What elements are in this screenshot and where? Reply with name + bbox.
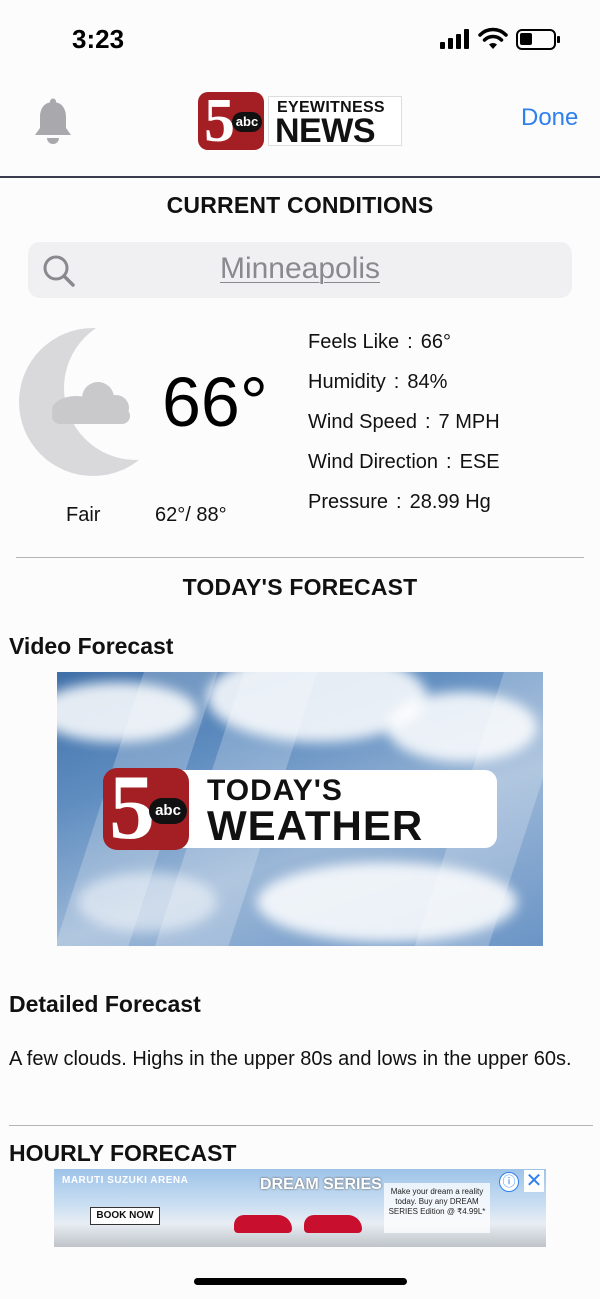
detail-label: Feels Like bbox=[308, 331, 400, 353]
section-divider bbox=[16, 557, 584, 558]
ad-offer-text: Make your dream a reality today. Buy any… bbox=[384, 1183, 490, 1233]
wifi-icon bbox=[478, 27, 508, 49]
logo-network: abc bbox=[232, 112, 262, 132]
ad-book-now-button[interactable]: BOOK NOW bbox=[90, 1207, 160, 1225]
moon-cloud-icon bbox=[19, 328, 158, 476]
battery-icon bbox=[516, 29, 560, 50]
status-time: 3:23 bbox=[72, 24, 125, 54]
video-forecast-thumbnail[interactable]: 5 abc TODAY'S WEATHER bbox=[57, 672, 543, 946]
current-temperature: 66° bbox=[162, 363, 268, 441]
detail-wind-speed: Wind Speed:7 MPH bbox=[308, 411, 500, 433]
detail-value: 7 MPH bbox=[438, 411, 500, 433]
detail-label: Pressure bbox=[308, 491, 389, 513]
detail-value: 28.99 Hg bbox=[409, 491, 491, 513]
nav-bar: 5 abc EYEWITNESS NEWS Done bbox=[0, 82, 600, 178]
ad-headline: DREAM SERIES bbox=[260, 1176, 382, 1193]
current-conditions-title: CURRENT CONDITIONS bbox=[166, 192, 434, 218]
done-button[interactable]: Done bbox=[521, 104, 578, 132]
detail-pressure: Pressure:28.99 Hg bbox=[308, 491, 491, 513]
detail-value: 84% bbox=[407, 371, 448, 393]
car-image bbox=[234, 1215, 292, 1233]
search-input[interactable]: Minneapolis bbox=[28, 242, 572, 298]
status-bar: 3:23 bbox=[0, 0, 600, 80]
detail-value: ESE bbox=[459, 451, 500, 473]
logo-wordmark: EYEWITNESS NEWS bbox=[268, 96, 402, 150]
search-value: Minneapolis bbox=[219, 252, 381, 285]
ad-banner[interactable]: MARUTI SUZUKI ARENA BOOK NOW DREAM SERIE… bbox=[54, 1169, 546, 1247]
detail-value: 66° bbox=[420, 331, 451, 353]
video-logo-number: 5 bbox=[109, 756, 155, 858]
ad-brand: MARUTI SUZUKI ARENA bbox=[62, 1175, 189, 1186]
todays-forecast-title: TODAY'S FORECAST bbox=[182, 574, 418, 600]
station-logo: 5 abc EYEWITNESS NEWS bbox=[198, 87, 403, 155]
cellular-signal-icon bbox=[440, 29, 470, 49]
video-title-line2: WEATHER bbox=[207, 802, 424, 849]
home-indicator[interactable] bbox=[194, 1278, 407, 1285]
hourly-forecast-title: HOURLY FORECAST bbox=[9, 1140, 237, 1166]
car-image bbox=[304, 1215, 362, 1233]
logo-line2: NEWS bbox=[275, 112, 376, 150]
detail-wind-direction: Wind Direction: ESE bbox=[308, 451, 500, 473]
detailed-forecast-heading: Detailed Forecast bbox=[9, 991, 201, 1017]
section-divider bbox=[9, 1125, 593, 1126]
ad-info-icon[interactable]: ⓘ bbox=[499, 1172, 519, 1192]
detail-label: Wind Speed bbox=[308, 411, 417, 433]
detail-label: Wind Direction bbox=[308, 451, 439, 473]
video-forecast-heading: Video Forecast bbox=[9, 633, 174, 659]
hi-lo-temperature: 62°/ 88° bbox=[155, 504, 227, 526]
detail-feels-like: Feels Like:66° bbox=[308, 331, 451, 353]
detail-humidity: Humidity:84% bbox=[308, 371, 448, 393]
condition-text: Fair bbox=[66, 504, 101, 526]
ad-close-icon[interactable]: ✕ bbox=[524, 1170, 544, 1192]
detail-label: Humidity bbox=[308, 371, 386, 393]
bell-icon[interactable] bbox=[32, 98, 74, 146]
logo-number: 5 bbox=[204, 87, 235, 155]
video-logo-network: abc bbox=[149, 798, 187, 824]
detailed-forecast-text: A few clouds. Highs in the upper 80s and… bbox=[9, 1048, 572, 1070]
